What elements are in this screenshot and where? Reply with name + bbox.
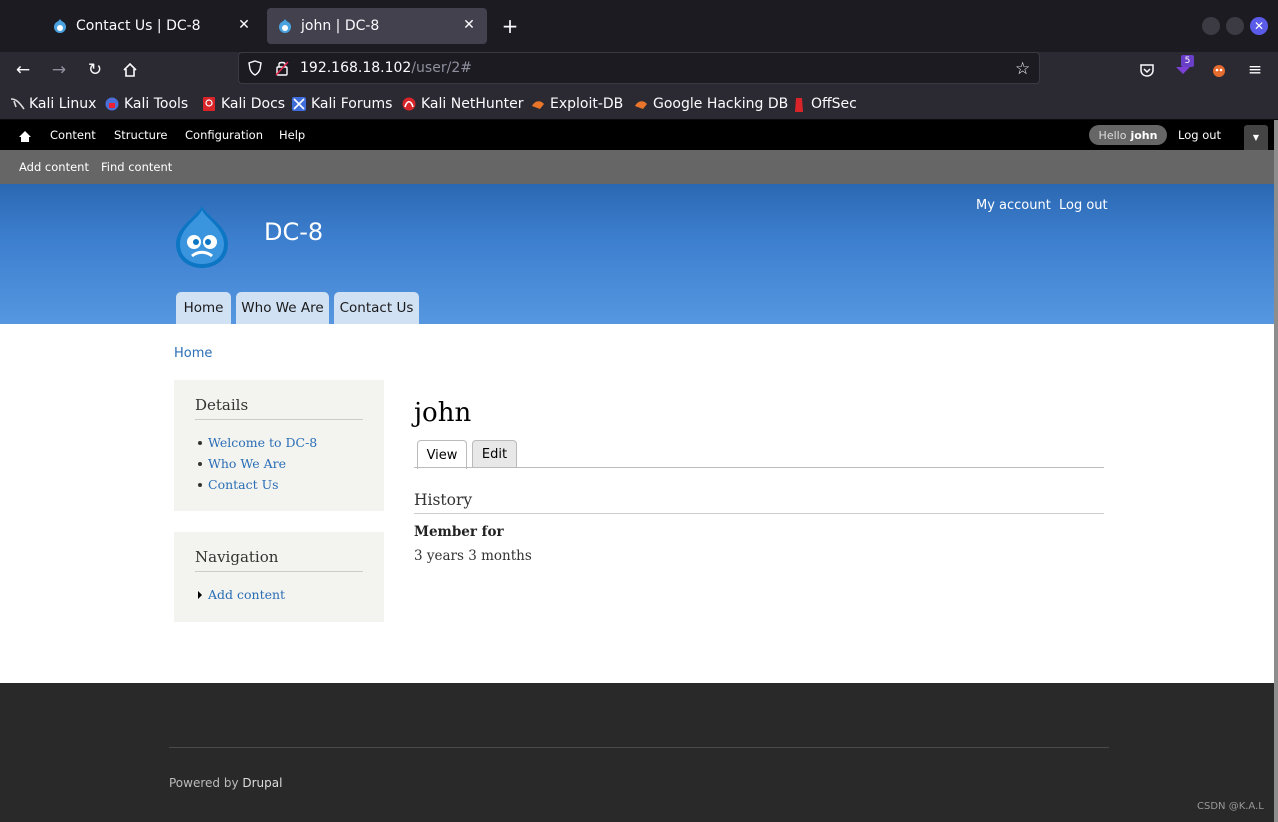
sidebar-link-welcome[interactable]: Welcome to DC-8: [197, 435, 317, 450]
url-bar[interactable]: 192.168.18.102/user/2# ☆: [238, 52, 1040, 84]
watermark: CSDN @K.A.L: [1197, 801, 1264, 812]
shortcuts-bar: Add content Find content: [0, 150, 1274, 184]
site-header: DC-8 My account Log out Home Who We Are …: [0, 184, 1274, 324]
site-name[interactable]: DC-8: [264, 218, 323, 246]
minimize-button[interactable]: [1202, 17, 1220, 35]
tabs-divider: [414, 467, 1104, 468]
extension-badge: 5: [1181, 55, 1194, 67]
bookmark-kali-nethunter[interactable]: Kali NetHunter: [402, 94, 523, 114]
bookmark-google-hacking-db[interactable]: Google Hacking DB: [634, 94, 788, 114]
member-for-value: 3 years 3 months: [414, 548, 532, 564]
admin-menu-content[interactable]: Content: [50, 128, 96, 142]
admin-menu-help[interactable]: Help: [279, 128, 305, 142]
drupal-link[interactable]: Drupal: [242, 776, 282, 790]
browser-tab-john[interactable]: john | DC-8 ✕: [267, 8, 487, 44]
sidebar-details-block: Details Welcome to DC-8 Who We Are Conta…: [174, 380, 384, 511]
member-for-label: Member for: [414, 524, 504, 540]
new-tab-button[interactable]: +: [498, 14, 522, 38]
navigation-toolbar: ← → ↻ 192.168.18.102/user/2# ☆ 5 ≡: [0, 52, 1278, 88]
divider: [195, 571, 363, 572]
bookmark-kali-tools[interactable]: Kali Tools: [105, 94, 188, 114]
extension-icon[interactable]: 5: [1171, 55, 1195, 82]
my-account-link[interactable]: My account: [976, 198, 1051, 213]
bookmarks-toolbar: Kali Linux Kali Tools Kali Docs Kali For…: [0, 88, 1278, 120]
bookmark-kali-docs[interactable]: Kali Docs: [202, 94, 285, 114]
bookmark-kali-linux[interactable]: Kali Linux: [10, 94, 96, 114]
breadcrumb[interactable]: Home: [174, 346, 212, 361]
shield-icon[interactable]: [247, 60, 263, 80]
lock-insecure-icon[interactable]: [274, 60, 290, 80]
primary-tab-home[interactable]: Home: [176, 292, 231, 324]
toolbar-logout-link[interactable]: Log out: [1178, 128, 1221, 142]
bookmark-kali-forums[interactable]: Kali Forums: [292, 94, 392, 114]
user-greeting[interactable]: Hello john: [1089, 125, 1167, 145]
kali-forums-icon: [292, 97, 306, 111]
reload-icon[interactable]: ↻: [83, 58, 107, 82]
bookmark-offsec[interactable]: OffSec: [792, 94, 857, 114]
nethunter-icon: [402, 97, 416, 111]
back-icon[interactable]: ←: [11, 58, 35, 82]
home-icon[interactable]: [118, 58, 142, 82]
web-page: Content Structure Configuration Help Hel…: [0, 120, 1274, 822]
drupal-logo-icon[interactable]: [172, 204, 232, 270]
forward-icon[interactable]: →: [47, 58, 71, 82]
home-icon[interactable]: [18, 128, 32, 147]
url-text[interactable]: 192.168.18.102/user/2#: [300, 60, 472, 76]
maximize-button[interactable]: [1226, 17, 1244, 35]
browser-tab-contact-us[interactable]: Contact Us | DC-8 ✕: [42, 8, 262, 44]
ghdb-icon: [634, 97, 648, 111]
details-heading: Details: [195, 396, 249, 414]
exploit-db-icon: [531, 97, 545, 111]
bookmark-star-icon[interactable]: ☆: [1015, 59, 1030, 79]
powered-by-text: Powered by Drupal: [169, 776, 283, 790]
shortcut-add-content[interactable]: Add content: [19, 160, 89, 174]
page-scrollbar[interactable]: [1274, 120, 1278, 822]
kali-docs-icon: [202, 97, 216, 111]
header-logout-link[interactable]: Log out: [1059, 198, 1108, 213]
primary-tab-contact-us[interactable]: Contact Us: [334, 292, 419, 324]
history-heading: History: [414, 491, 473, 509]
divider: [195, 419, 363, 420]
page-title: john: [414, 398, 472, 428]
window-close-button[interactable]: ✕: [1250, 17, 1268, 35]
shortcut-find-content[interactable]: Find content: [101, 160, 172, 174]
drupal-favicon-icon: [52, 18, 68, 34]
sidebar-navigation-block: Navigation Add content: [174, 532, 384, 622]
offsec-icon: [792, 97, 806, 112]
admin-toolbar: Content Structure Configuration Help Hel…: [0, 120, 1274, 150]
sidebar-link-add-content[interactable]: Add content: [197, 587, 285, 602]
admin-menu-structure[interactable]: Structure: [114, 128, 168, 142]
sidebar-link-contact-us[interactable]: Contact Us: [198, 477, 279, 492]
bookmark-exploit-db[interactable]: Exploit-DB: [531, 94, 623, 114]
admin-menu-configuration[interactable]: Configuration: [185, 128, 263, 142]
divider: [169, 747, 1109, 748]
drupal-favicon-icon: [277, 18, 293, 34]
tab-title: john | DC-8: [301, 18, 380, 34]
tab-title: Contact Us | DC-8: [76, 18, 201, 34]
tab-view[interactable]: View: [417, 440, 467, 469]
kali-tools-icon: [105, 97, 119, 111]
close-tab-icon[interactable]: ✕: [236, 17, 252, 33]
kali-dragon-icon: [10, 97, 25, 111]
sidebar-link-who-we-are[interactable]: Who We Are: [198, 456, 286, 471]
primary-tab-who-we-are[interactable]: Who We Are: [236, 292, 329, 324]
divider: [414, 513, 1104, 514]
menu-icon[interactable]: ≡: [1243, 58, 1267, 82]
tab-edit[interactable]: Edit: [472, 440, 517, 468]
pocket-icon[interactable]: [1135, 58, 1159, 82]
navigation-heading: Navigation: [195, 548, 279, 566]
toolbar-toggle-icon[interactable]: ▼: [1244, 125, 1268, 150]
site-footer: Powered by Drupal CSDN @K.A.L: [0, 683, 1274, 822]
close-tab-icon[interactable]: ✕: [461, 17, 477, 33]
foxyproxy-icon[interactable]: [1207, 58, 1231, 82]
browser-tab-strip: Contact Us | DC-8 ✕ john | DC-8 ✕ + ✕: [0, 0, 1278, 52]
